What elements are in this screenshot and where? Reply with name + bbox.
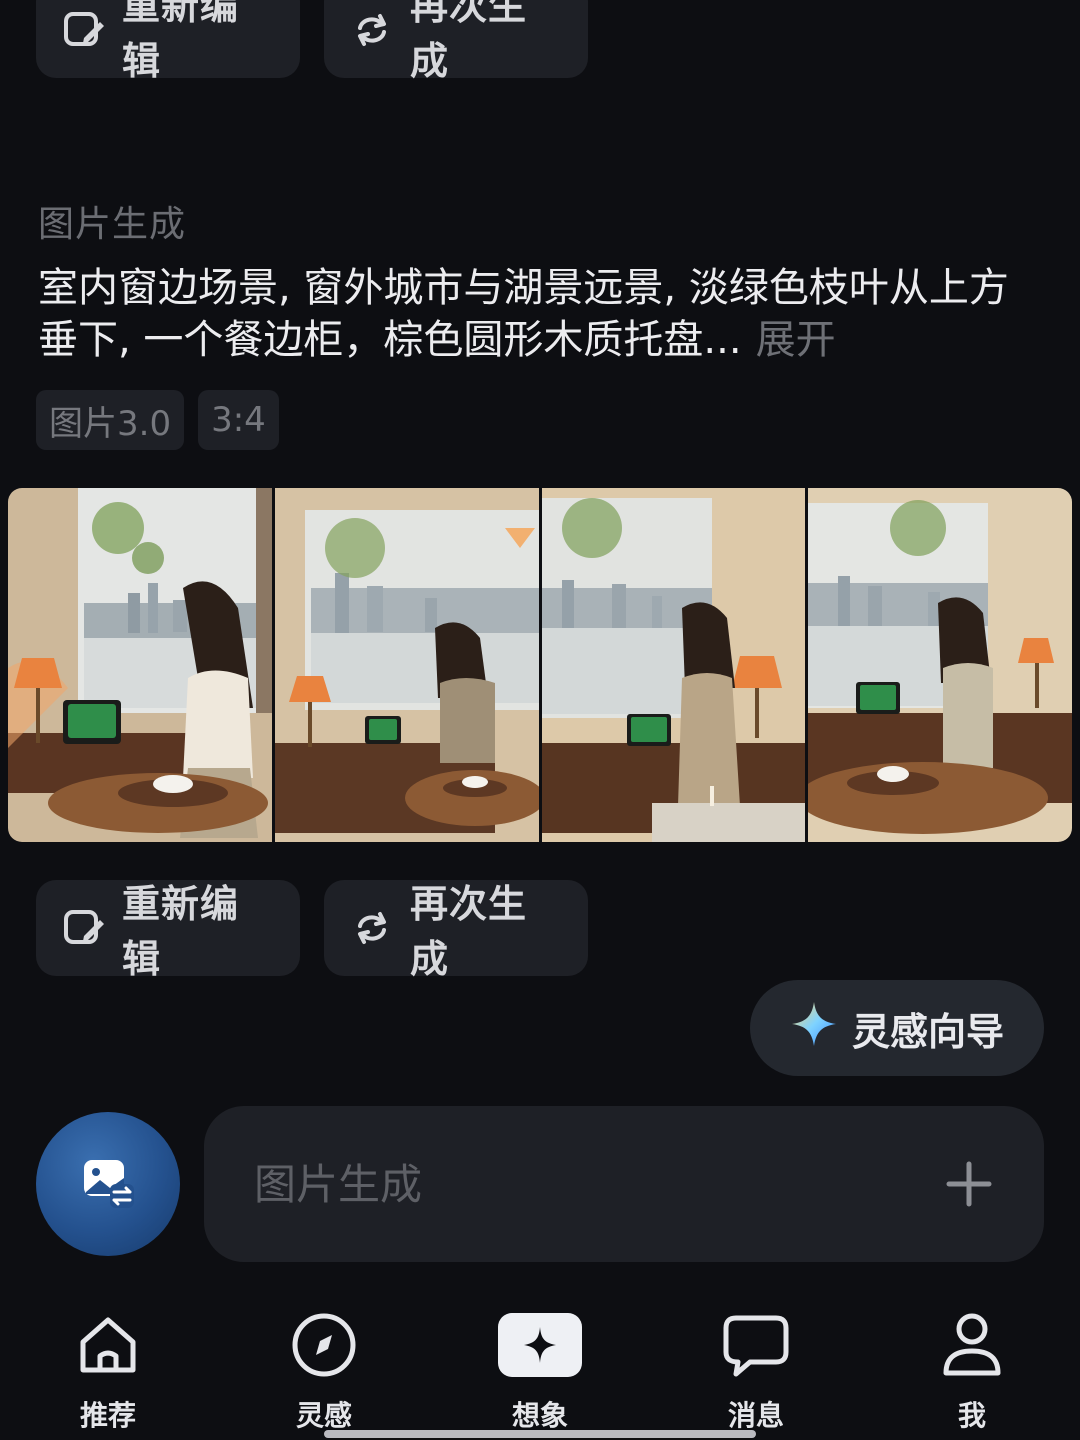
home-icon xyxy=(75,1304,141,1386)
prompt-input[interactable] xyxy=(254,1159,944,1209)
tab-recommend[interactable]: 推荐 xyxy=(38,1300,178,1440)
tab-imagine[interactable]: 想象 xyxy=(470,1300,610,1440)
refresh-icon xyxy=(350,8,394,52)
regenerate-label: 再次生成 xyxy=(410,882,528,981)
generated-image-2[interactable] xyxy=(274,488,539,842)
ratio-tag: 3:4 xyxy=(198,390,279,450)
home-indicator xyxy=(324,1430,756,1438)
app-screen: 重新编辑 再次生成 图片生成 室内窗边场景, 窗外城市与湖景远景, 淡绿色枝叶从… xyxy=(0,0,1080,1440)
tab-me[interactable]: 我 xyxy=(902,1300,1042,1440)
tab-messages-label: 消息 xyxy=(727,1399,784,1432)
tag-row: 图片3.0 3:4 xyxy=(36,390,279,450)
re-edit-button[interactable]: 重新编辑 xyxy=(36,880,300,981)
edit-icon xyxy=(62,906,106,950)
compass-icon xyxy=(290,1304,358,1386)
plus-icon[interactable] xyxy=(944,1159,994,1209)
regenerate-button-top[interactable]: 再次生成 xyxy=(324,0,588,83)
expand-link[interactable]: 展开 xyxy=(756,317,836,363)
tab-inspiration[interactable]: 灵感 xyxy=(254,1300,394,1440)
bottom-tab-bar: 推荐 灵感 想象 消息 我 xyxy=(0,1300,1080,1440)
re-edit-label-top: 重新编辑 xyxy=(122,0,240,83)
image-gallery xyxy=(8,488,1072,842)
tab-inspiration-label: 灵感 xyxy=(295,1399,352,1432)
section-label: 图片生成 xyxy=(38,204,187,245)
regenerate-label-top: 再次生成 xyxy=(410,0,528,83)
model-tag: 图片3.0 xyxy=(36,390,185,450)
image-swap-icon xyxy=(80,1154,136,1214)
prompt-text: 室内窗边场景, 窗外城市与湖景远景, 淡绿色枝叶从上方垂下, 一个餐边柜，棕色圆… xyxy=(38,262,1038,366)
person-icon xyxy=(941,1304,1003,1386)
generated-image-1[interactable] xyxy=(8,488,272,842)
generated-image-4[interactable] xyxy=(808,488,1072,842)
generated-image-3[interactable] xyxy=(541,488,806,842)
tab-me-label: 我 xyxy=(957,1399,986,1432)
re-edit-button-top[interactable]: 重新编辑 xyxy=(36,0,300,83)
prompt-input-box xyxy=(204,1106,1044,1262)
tab-imagine-label: 想象 xyxy=(511,1399,568,1432)
edit-icon xyxy=(62,8,106,52)
re-edit-label: 重新编辑 xyxy=(122,882,240,981)
mid-action-row: 重新编辑 再次生成 xyxy=(36,880,588,981)
inspiration-guide-label: 灵感向导 xyxy=(851,1009,1004,1054)
regenerate-button[interactable]: 再次生成 xyxy=(324,880,588,981)
refresh-icon xyxy=(350,906,394,950)
tab-recommend-label: 推荐 xyxy=(79,1399,136,1432)
chat-icon xyxy=(722,1304,790,1386)
inspiration-guide-button[interactable]: 灵感向导 xyxy=(750,980,1044,1076)
sparkle-icon xyxy=(498,1304,582,1386)
image-mode-button[interactable] xyxy=(36,1112,180,1256)
prompt-body: 室内窗边场景, 窗外城市与湖景远景, 淡绿色枝叶从上方垂下, 一个餐边柜，棕色圆… xyxy=(38,265,1009,363)
sparkle-icon xyxy=(790,1000,838,1057)
tab-messages[interactable]: 消息 xyxy=(686,1300,826,1440)
top-action-row: 重新编辑 再次生成 xyxy=(36,0,588,83)
